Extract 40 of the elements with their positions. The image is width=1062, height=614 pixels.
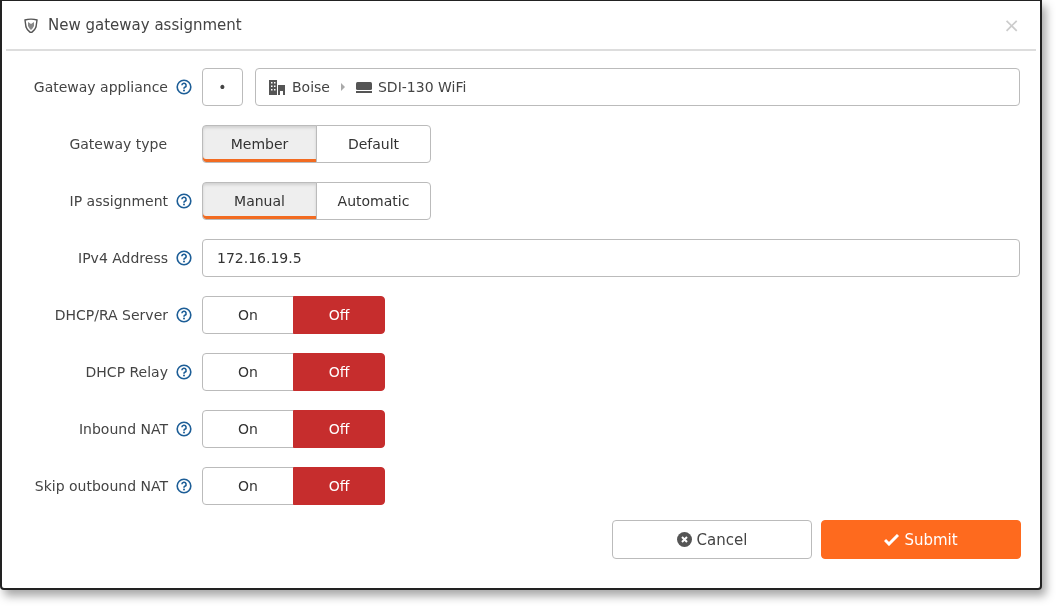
check-icon bbox=[884, 533, 900, 546]
appliance-field[interactable]: Boise SDI-130 WiFi bbox=[255, 68, 1020, 106]
toggle-option[interactable]: Off bbox=[293, 353, 385, 391]
toggle-option[interactable]: Off bbox=[293, 410, 385, 448]
chevron-icon bbox=[339, 83, 346, 91]
toggle-option[interactable]: On bbox=[202, 353, 294, 391]
segment-option[interactable]: Manual bbox=[202, 182, 317, 220]
field-label: IPv4 Address bbox=[78, 250, 168, 266]
toggle-option[interactable]: On bbox=[202, 410, 294, 448]
building-icon bbox=[268, 79, 286, 95]
shield-icon bbox=[24, 17, 38, 33]
toggle-option[interactable]: Off bbox=[293, 296, 385, 334]
help-icon[interactable] bbox=[176, 421, 192, 437]
segment-option[interactable]: Automatic bbox=[316, 182, 431, 220]
help-icon[interactable] bbox=[176, 307, 192, 323]
field-label: Gateway appliance bbox=[33, 79, 168, 95]
dialog-title: New gateway assignment bbox=[48, 16, 243, 34]
field-label: DHCP/RA Server bbox=[54, 307, 168, 323]
field-label: IP assignment bbox=[69, 193, 168, 209]
toggle-option[interactable]: Off bbox=[293, 467, 385, 505]
help-icon[interactable] bbox=[176, 79, 192, 95]
ipv4-input[interactable]: 172.16.19.5 bbox=[202, 239, 1020, 277]
help-icon[interactable] bbox=[176, 478, 192, 494]
cancel-button[interactable]: Cancel bbox=[612, 520, 812, 559]
picker-button[interactable]: • bbox=[202, 68, 243, 106]
segment-option[interactable]: Member bbox=[202, 125, 317, 163]
field-label: Inbound NAT bbox=[78, 421, 168, 437]
device-icon bbox=[355, 81, 372, 93]
site-name: Boise bbox=[292, 79, 330, 95]
segment-option[interactable]: Default bbox=[316, 125, 431, 163]
help-icon[interactable] bbox=[176, 364, 192, 380]
close-circle-icon bbox=[676, 532, 692, 547]
help-icon[interactable] bbox=[176, 193, 192, 209]
field-label: Skip outbound NAT bbox=[34, 478, 168, 494]
device-name: SDI-130 WiFi bbox=[377, 79, 467, 95]
field-label: DHCP Relay bbox=[85, 364, 168, 380]
toggle-option[interactable]: On bbox=[202, 296, 294, 334]
help-icon[interactable] bbox=[176, 250, 192, 266]
toggle-option[interactable]: On bbox=[202, 467, 294, 505]
field-label: Gateway type bbox=[69, 136, 167, 152]
